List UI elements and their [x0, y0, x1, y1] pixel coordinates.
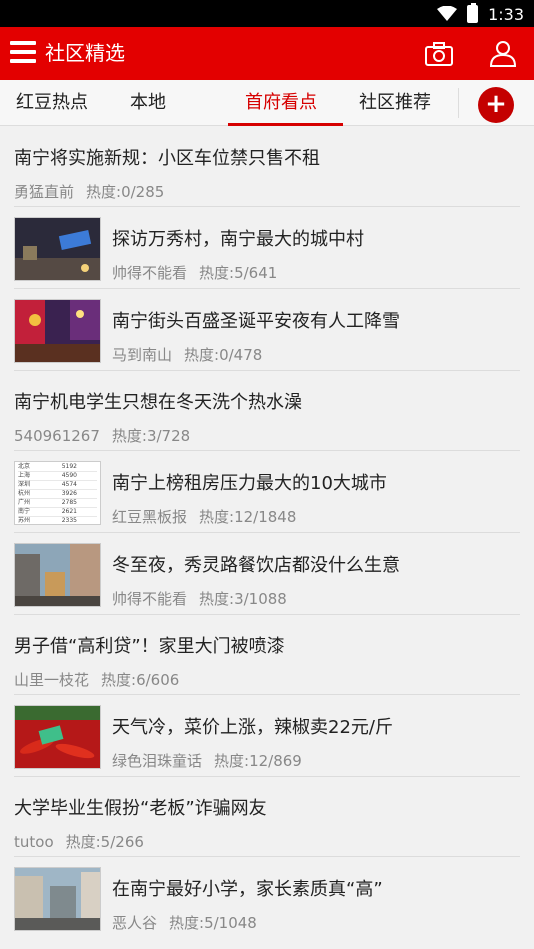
item-author: 绿色泪珠童话: [112, 752, 203, 770]
item-heat: 热度:6/606: [101, 671, 180, 689]
item-meta: 恶人谷 热度:5/1048: [112, 912, 257, 933]
rent-table-value: 2785: [61, 499, 77, 506]
item-author: 马到南山: [112, 346, 173, 364]
item-author: 山里一枝花: [14, 671, 90, 689]
battery-icon: [467, 3, 479, 23]
user-icon[interactable]: [488, 38, 518, 68]
item-title: 探访万秀村，南宁最大的城中村: [112, 229, 364, 250]
item-title: 在南宁最好小学，家长素质真“高”: [112, 879, 383, 900]
item-meta: 山里一枝花 热度:6/606: [14, 669, 179, 690]
item-meta: 540961267 热度:3/728: [14, 425, 190, 446]
rent-table-value: 4574: [61, 481, 77, 488]
item-heat: 热度:3/728: [111, 427, 191, 445]
item-heat: 热度:12/869: [214, 752, 302, 770]
list-item[interactable]: 在南宁最好小学，家长素质真“高” 恶人谷 热度:5/1048: [0, 857, 534, 939]
rent-table-image: 北京 5192 上海 4590 深圳 4574 杭州 3926 广州 2785 南宁 2621 苏州 23…: [15, 462, 100, 524]
thumbnail-red-chili: [14, 705, 101, 769]
status-bar: 1:33: [0, 0, 534, 27]
list-item[interactable]: 冬至夜，秀灵路餐饮店都没什么生意 帅得不能看 热度:3/1088: [0, 533, 534, 615]
item-meta: 帅得不能看 热度:3/1088: [112, 588, 287, 609]
item-author: 勇猛直前: [14, 183, 75, 201]
item-heat: 热度:0/285: [86, 183, 165, 201]
item-title: 大学毕业生假扮“老板”诈骗网友: [14, 798, 267, 819]
rent-table-row: 上海 4590: [18, 472, 97, 481]
rent-table-row: 南宁 2621: [18, 508, 97, 517]
thumbnail-night-street-sign: [14, 217, 101, 281]
thumbnail-christmas-crowd: [14, 299, 101, 363]
rent-table-city: 广州: [18, 499, 31, 506]
item-heat: 热度:12/1848: [199, 508, 297, 526]
tab-community-recommend[interactable]: 社区推荐: [359, 80, 431, 126]
rent-table-row: 北京 5192: [18, 463, 97, 472]
rent-table-value: 2335: [61, 517, 77, 524]
camera-icon[interactable]: [424, 39, 454, 69]
item-title: 天气冷，菜价上涨，辣椒卖22元/斤: [112, 717, 393, 738]
item-author: 恶人谷: [112, 914, 158, 932]
thumbnail-street-buildings: [14, 543, 101, 607]
item-title: 南宁上榜租房压力最大的10大城市: [112, 473, 387, 494]
rent-table-city: 上海: [18, 472, 31, 479]
item-author: 帅得不能看: [112, 590, 188, 608]
add-tab-button[interactable]: +: [478, 87, 514, 123]
list-item[interactable]: 南宁将实施新规：小区车位禁只售不租 勇猛直前 热度:0/285: [0, 127, 534, 207]
item-title: 冬至夜，秀灵路餐饮店都没什么生意: [112, 555, 400, 576]
list-item[interactable]: 天气冷，菜价上涨，辣椒卖22元/斤 绿色泪珠童话 热度:12/869: [0, 695, 534, 777]
item-meta: tutoo 热度:5/266: [14, 831, 144, 852]
item-heat: 热度:5/266: [65, 833, 144, 851]
status-time: 1:33: [488, 4, 524, 24]
list-item[interactable]: 探访万秀村，南宁最大的城中村 帅得不能看 热度:5/641: [0, 207, 534, 289]
rent-table-row: 杭州 3926: [18, 490, 97, 499]
rent-table-row: 苏州 2335: [18, 517, 97, 524]
tab-active-indicator: [228, 123, 343, 126]
tab-bar: 红豆热点 本地 首府看点 社区推荐: [0, 80, 534, 126]
item-meta: 绿色泪珠童话 热度:12/869: [112, 750, 302, 771]
item-title: 南宁机电学生只想在冬天洗个热水澡: [14, 392, 302, 413]
item-title: 南宁将实施新规：小区车位禁只售不租: [14, 148, 320, 169]
tab-capital-highlights[interactable]: 首府看点: [245, 80, 317, 126]
menu-icon[interactable]: [10, 41, 36, 65]
item-title: 南宁街头百盛圣诞平安夜有人工降雪: [112, 311, 400, 332]
rent-table-value: 3926: [61, 490, 77, 497]
news-feed: 南宁将实施新规：小区车位禁只售不租 勇猛直前 热度:0/285 探访万秀村，南宁最…: [0, 127, 534, 939]
rent-table-city: 深圳: [18, 481, 31, 488]
tab-hongdou-hot[interactable]: 红豆热点: [16, 80, 88, 126]
item-heat: 热度:3/1088: [199, 590, 287, 608]
rent-table-city: 北京: [18, 463, 31, 470]
rent-table-city: 南宁: [18, 508, 31, 515]
rent-table-city: 杭州: [18, 490, 31, 497]
item-meta: 红豆黑板报 热度:12/1848: [112, 506, 296, 527]
tab-divider: [458, 88, 459, 118]
rent-table-value: 2621: [61, 508, 77, 515]
list-item[interactable]: 男子借“高利贷”！家里大门被喷漆 山里一枝花 热度:6/606: [0, 615, 534, 695]
item-author: tutoo: [14, 833, 54, 851]
item-meta: 帅得不能看 热度:5/641: [112, 262, 277, 283]
thumbnail-rent-table: 北京 5192 上海 4590 深圳 4574 杭州 3926 广州 2785 南宁 2621 苏州 23…: [14, 461, 101, 525]
item-meta: 马到南山 热度:0/478: [112, 344, 262, 365]
item-heat: 热度:5/641: [199, 264, 278, 282]
rent-table-row: 深圳 4574: [18, 481, 97, 490]
rent-table-value: 5192: [61, 463, 77, 470]
rent-table-row: 广州 2785: [18, 499, 97, 508]
item-author: 红豆黑板报: [112, 508, 188, 526]
rent-table-city: 苏州: [18, 517, 31, 524]
app-title: 社区精选: [45, 41, 125, 65]
item-author: 帅得不能看: [112, 264, 188, 282]
tab-local[interactable]: 本地: [130, 80, 166, 126]
item-heat: 热度:0/478: [184, 346, 263, 364]
wifi-icon: [437, 6, 458, 21]
item-meta: 勇猛直前 热度:0/285: [14, 181, 164, 202]
list-item[interactable]: 南宁机电学生只想在冬天洗个热水澡 540961267 热度:3/728: [0, 371, 534, 451]
item-title: 男子借“高利贷”！家里大门被喷漆: [14, 636, 285, 657]
item-author: 540961267: [14, 427, 100, 445]
item-heat: 热度:5/1048: [169, 914, 257, 932]
rent-table-value: 4590: [61, 472, 77, 479]
list-item[interactable]: 北京 5192 上海 4590 深圳 4574 杭州 3926 广州 2785 南宁 2621 苏州 23…: [0, 451, 534, 533]
list-item[interactable]: 大学毕业生假扮“老板”诈骗网友 tutoo 热度:5/266: [0, 777, 534, 857]
list-item[interactable]: 南宁街头百盛圣诞平安夜有人工降雪 马到南山 热度:0/478: [0, 289, 534, 371]
app-bar: 社区精选: [0, 27, 534, 80]
thumbnail-school-street: [14, 867, 101, 931]
